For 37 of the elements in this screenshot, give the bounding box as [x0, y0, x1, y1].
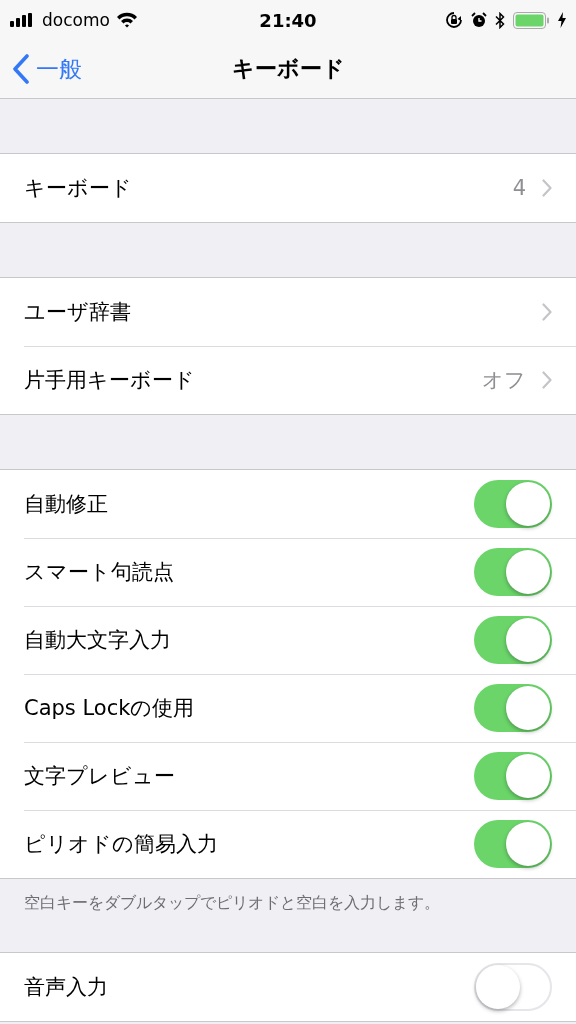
row-label: スマート句読点 [24, 559, 175, 586]
rotation-lock-icon [445, 11, 463, 29]
row-value: 4 [512, 176, 526, 200]
chevron-left-icon [12, 54, 30, 84]
row-label: 自動修正 [24, 491, 109, 518]
chevron-right-icon [542, 179, 552, 197]
settings-row[interactable]: キーボード 4 [0, 154, 576, 222]
row-label: キーボード [24, 175, 133, 202]
settings-row[interactable]: 片手用キーボード オフ [0, 346, 576, 414]
settings-row[interactable]: ユーザ辞書 [0, 278, 576, 346]
charging-icon [558, 12, 566, 28]
toggle-switch[interactable] [474, 616, 552, 664]
status-time: 21:40 [259, 9, 317, 31]
chevron-right-icon [542, 371, 552, 389]
bluetooth-icon [495, 11, 505, 29]
toggle-switch[interactable] [474, 684, 552, 732]
row-label: 文字プレビュー [24, 763, 176, 790]
alarm-icon [471, 12, 487, 28]
toggle-switch[interactable] [474, 820, 552, 868]
row-label: Caps Lockの使用 [24, 695, 196, 722]
section-footer: 空白キーをダブルタップでピリオドと空白を入力します。 [24, 893, 440, 912]
toggle-switch[interactable] [474, 480, 552, 528]
chevron-right-icon [542, 303, 552, 321]
page-title: キーボード [231, 55, 345, 83]
row-label: 自動大文字入力 [24, 627, 172, 654]
row-label: ユーザ辞書 [24, 299, 132, 326]
toggle-switch[interactable] [474, 548, 552, 596]
row-label: 音声入力 [24, 974, 109, 1001]
toggle-switch[interactable] [474, 752, 552, 800]
carrier-name: docomo [42, 10, 110, 30]
row-label: 片手用キーボード [24, 367, 196, 394]
back-button[interactable]: 一般 [0, 53, 82, 85]
toggle-switch[interactable] [474, 963, 552, 1011]
battery-icon [513, 11, 550, 29]
wifi-icon [115, 12, 138, 28]
row-label: ピリオドの簡易入力 [24, 831, 219, 858]
row-value: オフ [482, 367, 526, 394]
